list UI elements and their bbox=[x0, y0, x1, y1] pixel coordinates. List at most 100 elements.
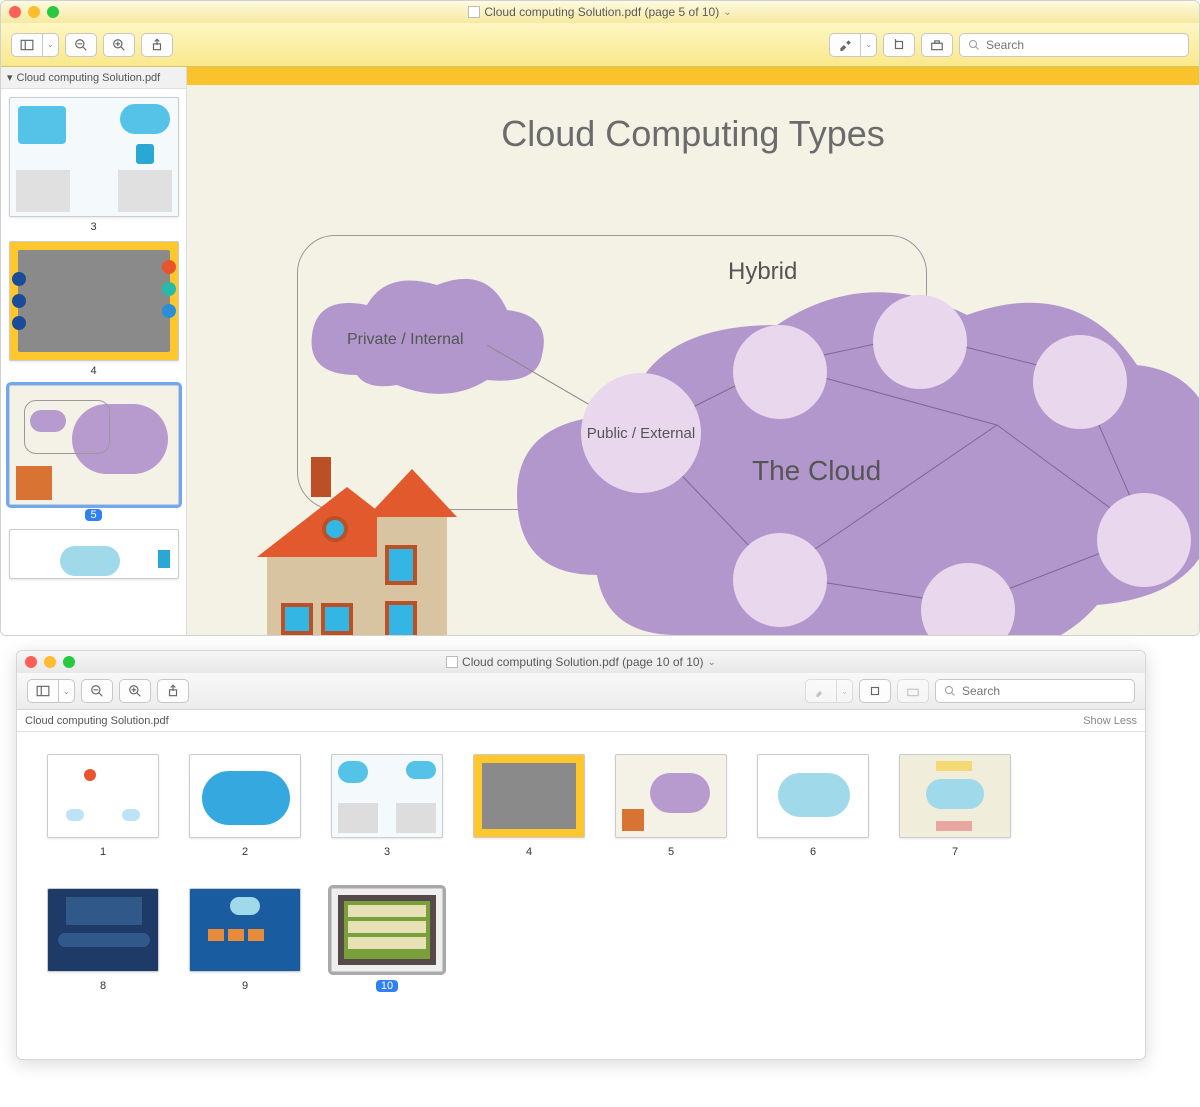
chevron-down-icon: ⌄ bbox=[63, 687, 70, 696]
minimize-window-button[interactable] bbox=[28, 6, 40, 18]
page-number: 4 bbox=[90, 365, 96, 377]
fullscreen-window-button[interactable] bbox=[47, 6, 59, 18]
rotate-button[interactable] bbox=[883, 33, 915, 57]
zoom-out-button[interactable] bbox=[81, 679, 113, 703]
page-thumbnail-selected[interactable] bbox=[9, 385, 179, 505]
show-less-link[interactable]: Show Less bbox=[1083, 715, 1137, 727]
highlight-dropdown[interactable]: ⌄ bbox=[860, 33, 877, 57]
grid-item[interactable]: 10 bbox=[331, 888, 443, 992]
fullscreen-window-button[interactable] bbox=[63, 656, 75, 668]
contact-sheet-grid[interactable]: 1 2 3 4 5 6 7 8 9 10 bbox=[17, 732, 1145, 1014]
traffic-lights bbox=[9, 6, 59, 18]
file-name: Cloud computing Solution.pdf bbox=[25, 715, 169, 727]
window-title[interactable]: Cloud computing Solution.pdf (page 10 of… bbox=[17, 655, 1145, 669]
page-number: 7 bbox=[952, 846, 958, 858]
the-cloud-label: The Cloud bbox=[752, 455, 881, 487]
zoom-out-icon bbox=[74, 38, 88, 52]
page-thumbnail[interactable] bbox=[473, 754, 585, 838]
thumbnail-item[interactable]: 4 bbox=[1, 241, 186, 377]
page-thumbnail[interactable] bbox=[9, 529, 179, 579]
zoom-group bbox=[65, 33, 135, 57]
window-title[interactable]: Cloud computing Solution.pdf (page 5 of … bbox=[1, 5, 1199, 19]
sidebar-icon bbox=[36, 684, 50, 698]
page-thumbnail[interactable] bbox=[615, 754, 727, 838]
page-thumbnail[interactable] bbox=[9, 241, 179, 361]
page-number: 6 bbox=[810, 846, 816, 858]
content-area[interactable]: Cloud Computing Types bbox=[187, 67, 1199, 636]
preview-window-2: Cloud computing Solution.pdf (page 10 of… bbox=[16, 650, 1146, 1060]
markup-button[interactable] bbox=[921, 33, 953, 57]
sidebar-header[interactable]: ▾ Cloud computing Solution.pdf bbox=[1, 67, 186, 89]
preview-window-1: Cloud computing Solution.pdf (page 5 of … bbox=[0, 0, 1200, 636]
view-mode-dropdown[interactable]: ⌄ bbox=[42, 33, 59, 57]
thumbnail-list[interactable]: 3 4 bbox=[1, 89, 186, 636]
view-mode-dropdown[interactable]: ⌄ bbox=[58, 679, 75, 703]
close-window-button[interactable] bbox=[9, 6, 21, 18]
close-window-button[interactable] bbox=[25, 656, 37, 668]
page-thumbnail[interactable] bbox=[9, 97, 179, 217]
chevron-down-icon: ⌄ bbox=[47, 40, 54, 49]
view-mode-button[interactable] bbox=[11, 33, 42, 57]
cloud-node bbox=[873, 295, 967, 389]
search-icon bbox=[944, 685, 956, 697]
page-thumbnail[interactable] bbox=[331, 754, 443, 838]
zoom-in-button[interactable] bbox=[119, 679, 151, 703]
chevron-down-icon: ⌄ bbox=[865, 40, 872, 49]
grid-item[interactable]: 1 bbox=[47, 754, 159, 858]
grid-item[interactable]: 2 bbox=[189, 754, 301, 858]
page-number: 1 bbox=[100, 846, 106, 858]
search-input[interactable] bbox=[986, 38, 1180, 52]
highlight-button[interactable] bbox=[829, 33, 860, 57]
page-number: 5 bbox=[668, 846, 674, 858]
grid-item[interactable]: 3 bbox=[331, 754, 443, 858]
grid-item[interactable]: 9 bbox=[189, 888, 301, 992]
sidebar-icon bbox=[20, 38, 34, 52]
thumbnail-item[interactable]: 3 bbox=[1, 97, 186, 233]
grid-item[interactable]: 8 bbox=[47, 888, 159, 992]
page-thumbnail[interactable] bbox=[47, 888, 159, 972]
share-icon bbox=[150, 38, 164, 52]
zoom-out-button[interactable] bbox=[65, 33, 97, 57]
highlight-dropdown-disabled: ⌄ bbox=[836, 679, 853, 703]
page-thumbnail[interactable] bbox=[189, 754, 301, 838]
view-mode-button[interactable] bbox=[27, 679, 58, 703]
cloud-node bbox=[1033, 335, 1127, 429]
zoom-in-icon bbox=[128, 684, 142, 698]
grid-item[interactable]: 4 bbox=[473, 754, 585, 858]
search-field[interactable] bbox=[935, 679, 1135, 703]
page-number: 8 bbox=[100, 980, 106, 992]
page-thumbnail[interactable] bbox=[757, 754, 869, 838]
sidebar-doc-name: Cloud computing Solution.pdf bbox=[17, 72, 161, 84]
rotate-button[interactable] bbox=[859, 679, 891, 703]
share-icon bbox=[166, 684, 180, 698]
thumbnail-item[interactable] bbox=[1, 529, 186, 579]
page-thumbnail[interactable] bbox=[899, 754, 1011, 838]
pdf-page-icon bbox=[446, 656, 458, 668]
search-icon bbox=[968, 39, 980, 51]
zoom-in-button[interactable] bbox=[103, 33, 135, 57]
thumbnail-item[interactable]: 5 bbox=[1, 385, 186, 521]
window-title-text: Cloud computing Solution.pdf (page 5 of … bbox=[484, 5, 719, 19]
page-thumbnail-selected[interactable] bbox=[331, 888, 443, 972]
minimize-window-button[interactable] bbox=[44, 656, 56, 668]
grid-item[interactable]: 7 bbox=[899, 754, 1011, 858]
page-thumbnail[interactable] bbox=[47, 754, 159, 838]
zoom-out-icon bbox=[90, 684, 104, 698]
page-number-selected: 5 bbox=[85, 509, 101, 521]
file-bar: Cloud computing Solution.pdf Show Less bbox=[17, 710, 1145, 732]
search-input[interactable] bbox=[962, 684, 1126, 698]
grid-item[interactable]: 6 bbox=[757, 754, 869, 858]
share-button[interactable] bbox=[157, 679, 189, 703]
grid-item[interactable]: 5 bbox=[615, 754, 727, 858]
title-dropdown-icon: ⌄ bbox=[723, 7, 731, 18]
share-button[interactable] bbox=[141, 33, 173, 57]
page-number-selected: 10 bbox=[376, 980, 398, 992]
toolbar: ⌄ ⌄ bbox=[1, 23, 1199, 67]
pdf-page-icon bbox=[468, 6, 480, 18]
window-title-text: Cloud computing Solution.pdf (page 10 of… bbox=[462, 655, 704, 669]
cloud-node bbox=[1097, 493, 1191, 587]
highlight-button-disabled bbox=[805, 679, 836, 703]
page-thumbnail[interactable] bbox=[189, 888, 301, 972]
search-field[interactable] bbox=[959, 33, 1189, 57]
toolbar: ⌄ ⌄ bbox=[17, 673, 1145, 710]
